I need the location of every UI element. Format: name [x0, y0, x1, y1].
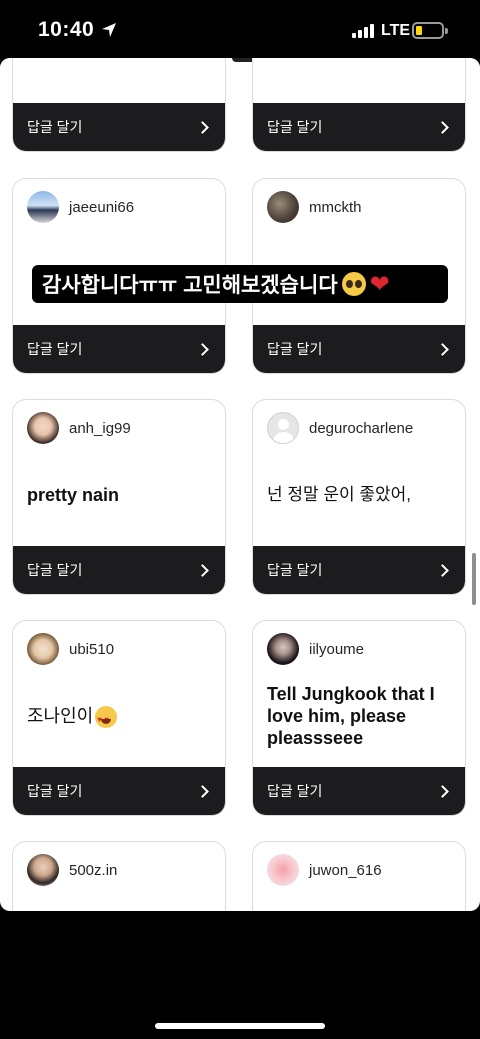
question-card[interactable]: 500z.in: [12, 841, 226, 911]
home-indicator[interactable]: [155, 1023, 325, 1029]
username[interactable]: ubi510: [69, 641, 114, 658]
reply-label: 답글 달기: [27, 341, 83, 357]
heart-eyes-emoji-icon: [95, 706, 118, 731]
caption-text: 감사합니다ㅠㅠ 고민해보겠습니다: [42, 274, 338, 297]
username[interactable]: juwon_616: [309, 862, 382, 879]
reply-button[interactable]: 답글 달기: [13, 767, 225, 815]
chevron-right-icon: [436, 120, 449, 134]
reply-button[interactable]: 답글 달기: [13, 325, 225, 373]
question-text: 조나인이: [27, 705, 213, 731]
pleading-face-emoji-icon: [341, 272, 366, 296]
chevron-right-icon: [196, 784, 209, 798]
reply-button[interactable]: 답글 달기: [253, 325, 465, 373]
network-type: LTE: [381, 22, 411, 39]
question-card[interactable]: 답글 달기: [12, 58, 226, 152]
story-caption: 감사합니다ㅠㅠ 고민해보겠습니다 ❤: [32, 265, 448, 303]
username[interactable]: iilyoume: [309, 641, 364, 658]
reply-button[interactable]: 답글 달기: [253, 767, 465, 815]
reply-label: 답글 달기: [267, 119, 323, 135]
reply-label: 답글 달기: [27, 562, 83, 578]
reply-button[interactable]: 답글 달기: [253, 103, 465, 151]
chevron-right-icon: [436, 563, 449, 577]
username[interactable]: 500z.in: [69, 862, 117, 879]
reply-label: 답글 달기: [27, 119, 83, 135]
location-arrow-icon: [102, 23, 116, 37]
question-card[interactable]: juwon_616: [252, 841, 466, 911]
red-heart-emoji-icon: ❤: [369, 270, 390, 298]
reply-label: 답글 달기: [27, 783, 83, 799]
scrollbar[interactable]: [472, 553, 476, 605]
question-card[interactable]: 답글 달기: [252, 58, 466, 152]
reply-label: 답글 달기: [267, 562, 323, 578]
avatar[interactable]: [27, 633, 59, 665]
chevron-right-icon: [196, 120, 209, 134]
question-card[interactable]: degurocharlene 넌 정말 운이 좋았어, 답글 달기: [252, 399, 466, 595]
question-text-value: 조나인이: [27, 706, 94, 726]
question-text: 넌 정말 운이 좋았어,: [267, 485, 412, 504]
avatar[interactable]: [267, 854, 299, 886]
question-card[interactable]: ubi510 조나인이 답글 달기: [12, 620, 226, 816]
username[interactable]: jaeeuni66: [69, 199, 134, 216]
chevron-right-icon: [436, 784, 449, 798]
status-bar: 10:40 LTE: [0, 0, 480, 60]
app-screen: ♦ 답글 달기 답글 달기 jaeeuni66 답글 달기 mmckth 답글 …: [0, 58, 480, 911]
chevron-right-icon: [436, 342, 449, 356]
reply-button[interactable]: 답글 달기: [253, 546, 465, 594]
chevron-right-icon: [196, 342, 209, 356]
question-text: Tell Jungkook that I love him, please pl…: [267, 684, 435, 748]
avatar[interactable]: [267, 191, 299, 223]
avatar[interactable]: [27, 854, 59, 886]
reply-button[interactable]: 답글 달기: [13, 546, 225, 594]
avatar-placeholder[interactable]: [267, 412, 299, 444]
question-card[interactable]: iilyoume Tell Jungkook that I love him, …: [252, 620, 466, 816]
reply-label: 답글 달기: [267, 341, 323, 357]
question-text: pretty nain: [27, 485, 120, 505]
avatar[interactable]: [27, 412, 59, 444]
status-time: 10:40: [38, 18, 95, 41]
reply-button[interactable]: 답글 달기: [13, 103, 225, 151]
battery-icon: [412, 22, 448, 39]
username[interactable]: degurocharlene: [309, 420, 413, 437]
chevron-right-icon: [196, 563, 209, 577]
reply-label: 답글 달기: [267, 783, 323, 799]
username[interactable]: mmckth: [309, 199, 362, 216]
avatar[interactable]: [267, 633, 299, 665]
username[interactable]: anh_ig99: [69, 420, 131, 437]
question-card[interactable]: anh_ig99 pretty nain 답글 달기: [12, 399, 226, 595]
avatar[interactable]: [27, 191, 59, 223]
cellular-signal-icon: [352, 24, 374, 38]
